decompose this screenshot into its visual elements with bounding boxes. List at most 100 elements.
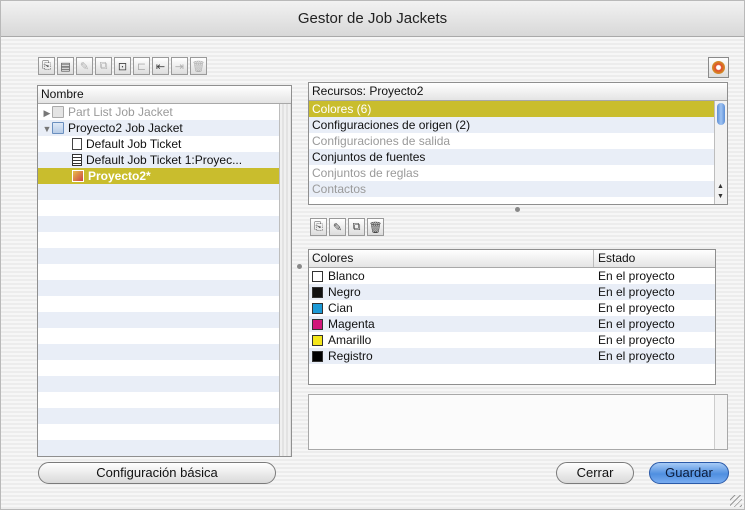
new-job-ticket-button[interactable]: ▤ bbox=[57, 57, 74, 75]
color-swatch-icon bbox=[312, 286, 323, 298]
colors-table-header: Colores Estado bbox=[309, 250, 715, 268]
job-jackets-manager-window: Gestor de Job Jackets ⎘ ▤ ✎ ⧉ ⊡ ⊏ ⇤ ⇥ 🗑 Nombre ▶… bbox=[0, 0, 745, 510]
column-header-colores[interactable]: Colores bbox=[309, 250, 594, 267]
color-swatch-icon bbox=[312, 350, 323, 362]
delete-button[interactable]: 🗑 bbox=[190, 57, 207, 75]
import-button[interactable]: ⇤ bbox=[152, 57, 169, 75]
close-button[interactable]: Cerrar bbox=[556, 462, 634, 484]
project-icon bbox=[72, 170, 84, 182]
new-job-jacket-button[interactable]: ⎘ bbox=[38, 57, 55, 75]
open-button[interactable]: ⊏ bbox=[133, 57, 150, 75]
tree-item-label: Proyecto2 Job Jacket bbox=[68, 121, 183, 135]
job-jacket-icon bbox=[52, 122, 64, 134]
table-row[interactable]: Magenta En el proyecto bbox=[309, 316, 715, 332]
tree-item[interactable]: Default Job Ticket bbox=[38, 136, 281, 152]
column-header-estado[interactable]: Estado bbox=[594, 250, 635, 267]
duplicate-resource-icon: ⧉ bbox=[352, 220, 361, 233]
import-icon: ⇤ bbox=[155, 59, 166, 73]
tree-item[interactable]: ▼ Proyecto2 Job Jacket bbox=[38, 120, 281, 136]
tree-item[interactable]: Proyecto2* bbox=[38, 168, 281, 184]
color-swatch-icon bbox=[312, 318, 323, 330]
help-icon bbox=[712, 61, 725, 74]
resources-list: Recursos: Proyecto2 Colores (6) Configura… bbox=[308, 82, 728, 205]
colors-table: Colores Estado Blanco En el proyecto Negro… bbox=[308, 249, 716, 385]
disclosure-closed-icon[interactable]: ▶ bbox=[42, 105, 52, 121]
tree-item-label: Default Job Ticket 1:Proyec... bbox=[86, 153, 243, 167]
color-status: En el proyecto bbox=[598, 301, 675, 315]
disclosure-open-icon[interactable]: ▼ bbox=[42, 121, 52, 137]
color-name: Amarillo bbox=[328, 333, 372, 347]
color-name: Magenta bbox=[328, 317, 375, 331]
color-name: Blanco bbox=[328, 269, 365, 283]
duplicate-resource-button[interactable]: ⧉ bbox=[348, 218, 365, 236]
color-name: Registro bbox=[328, 349, 373, 363]
table-row[interactable]: Negro En el proyecto bbox=[309, 284, 715, 300]
horizontal-splitter-handle[interactable] bbox=[515, 207, 520, 212]
scroll-down-arrow-icon[interactable]: ▼ bbox=[717, 193, 724, 200]
resources-rows: Colores (6) Configuraciones de origen (2)… bbox=[309, 101, 727, 197]
basic-settings-button[interactable]: Configuración básica bbox=[38, 462, 276, 484]
open-icon: ⊏ bbox=[136, 59, 147, 73]
resource-item[interactable]: Colores (6) bbox=[309, 101, 714, 117]
resource-item[interactable]: Configuraciones de salida bbox=[309, 133, 714, 149]
export-icon: ⇥ bbox=[174, 59, 185, 73]
color-status: En el proyecto bbox=[598, 333, 675, 347]
color-name-cell: Blanco bbox=[309, 268, 594, 284]
tree-rows: ▶ Part List Job Jacket ▼ Proyecto2 Job Jack… bbox=[38, 104, 281, 184]
job-ticket-icon bbox=[72, 138, 82, 150]
tree-item-label: Proyecto2* bbox=[88, 169, 151, 183]
tree-item-label: Default Job Ticket bbox=[86, 137, 182, 151]
resize-grip[interactable] bbox=[730, 495, 742, 507]
color-name-cell: Cian bbox=[309, 300, 594, 316]
color-status: En el proyecto bbox=[598, 349, 675, 363]
new-job-ticket-icon: ▤ bbox=[60, 59, 71, 73]
edit-resource-button[interactable]: ✎ bbox=[329, 218, 346, 236]
vertical-splitter-handle[interactable] bbox=[297, 264, 302, 269]
help-button[interactable] bbox=[708, 57, 729, 78]
color-name-cell: Amarillo bbox=[309, 332, 594, 348]
color-status: En el proyecto bbox=[598, 285, 675, 299]
export-button[interactable]: ⇥ bbox=[171, 57, 188, 75]
job-jacket-toolbar: ⎘ ▤ ✎ ⧉ ⊡ ⊏ ⇤ ⇥ 🗑 bbox=[38, 57, 207, 75]
duplicate-button[interactable]: ⧉ bbox=[95, 57, 112, 75]
color-name-cell: Negro bbox=[309, 284, 594, 300]
edit-button[interactable]: ✎ bbox=[76, 57, 93, 75]
resource-item[interactable]: Contactos bbox=[309, 181, 714, 197]
resources-scroll-thumb[interactable] bbox=[717, 103, 725, 125]
delete-resource-icon: 🗑 bbox=[368, 220, 383, 234]
duplicate-icon: ⧉ bbox=[99, 59, 108, 72]
window-title: Gestor de Job Jackets bbox=[1, 1, 744, 37]
color-name: Cian bbox=[328, 301, 353, 315]
resource-item[interactable]: Configuraciones de origen (2) bbox=[309, 117, 714, 133]
color-name: Negro bbox=[328, 285, 361, 299]
table-row[interactable]: Amarillo En el proyecto bbox=[309, 332, 715, 348]
color-status: En el proyecto bbox=[598, 317, 675, 331]
colors-table-rows: Blanco En el proyecto Negro En el proyecto C… bbox=[309, 268, 715, 364]
color-name-cell: Registro bbox=[309, 348, 594, 364]
resource-item[interactable]: Conjuntos de reglas bbox=[309, 165, 714, 181]
table-row[interactable]: Cian En el proyecto bbox=[309, 300, 715, 316]
scroll-up-arrow-icon[interactable]: ▲ bbox=[717, 183, 724, 190]
delete-resource-button[interactable]: 🗑 bbox=[367, 218, 384, 236]
color-swatch-icon bbox=[312, 302, 323, 314]
table-row[interactable]: Blanco En el proyecto bbox=[309, 268, 715, 284]
tree-column-header-nombre[interactable]: Nombre bbox=[38, 86, 291, 104]
color-name-cell: Magenta bbox=[309, 316, 594, 332]
edit-icon: ✎ bbox=[79, 59, 90, 73]
tree-item-label: Part List Job Jacket bbox=[68, 105, 173, 119]
tree-item[interactable]: Default Job Ticket 1:Proyec... bbox=[38, 152, 281, 168]
link-icon: ⊡ bbox=[117, 59, 128, 73]
edit-resource-icon: ✎ bbox=[332, 220, 343, 234]
resources-scrollbar[interactable]: ▲ ▼ bbox=[714, 101, 727, 204]
description-area bbox=[308, 394, 728, 450]
save-button[interactable]: Guardar bbox=[649, 462, 729, 484]
tree-scrollbar[interactable] bbox=[279, 104, 291, 456]
table-row[interactable]: Registro En el proyecto bbox=[309, 348, 715, 364]
new-job-jacket-icon: ⎘ bbox=[42, 59, 51, 72]
tree-item[interactable]: ▶ Part List Job Jacket bbox=[38, 104, 281, 120]
delete-icon: 🗑 bbox=[191, 59, 206, 73]
new-resource-button[interactable]: ⎘ bbox=[310, 218, 327, 236]
link-button[interactable]: ⊡ bbox=[114, 57, 131, 75]
resource-item[interactable]: Conjuntos de fuentes bbox=[309, 149, 714, 165]
resource-toolbar: ⎘ ✎ ⧉ 🗑 bbox=[310, 218, 384, 236]
